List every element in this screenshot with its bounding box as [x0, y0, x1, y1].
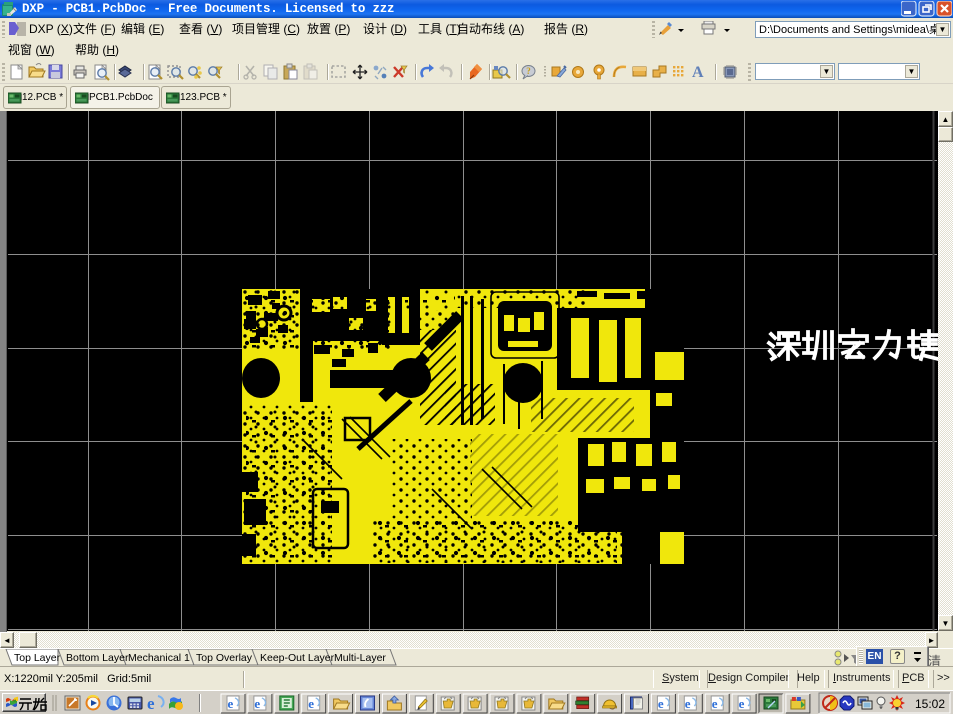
svg-text:Keep-Out Layer: Keep-Out Layer — [260, 652, 335, 664]
svg-text:Bottom Layer: Bottom Layer — [66, 652, 129, 664]
svg-text:?: ? — [526, 66, 531, 76]
svg-text:A: A — [692, 64, 704, 81]
svg-text:Top Overlay: Top Overlay — [196, 652, 253, 664]
svg-text:Top Layer: Top Layer — [14, 652, 61, 664]
svg-text:Mechanical 1: Mechanical 1 — [128, 652, 190, 664]
svg-text:15:02: 15:02 — [915, 697, 945, 711]
svg-text:Multi-Layer: Multi-Layer — [334, 652, 386, 664]
